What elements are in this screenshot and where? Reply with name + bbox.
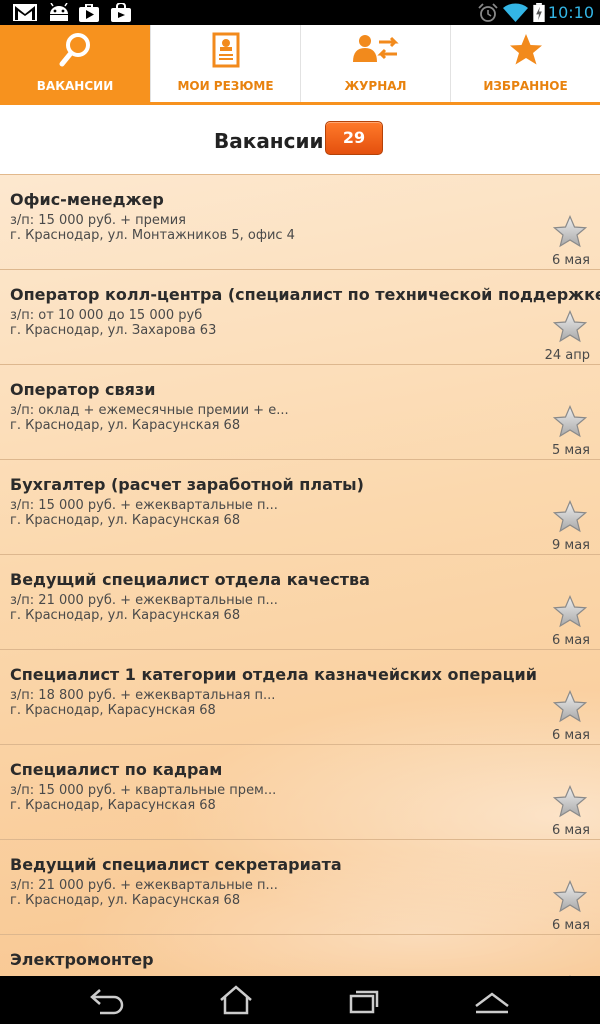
vacancy-date: 5 мая (552, 443, 590, 458)
vacancy-salary: з/п: 21 000 руб. + ежеквартальные п... (10, 878, 278, 893)
star-icon (509, 34, 542, 65)
vacancy-address: г. Краснодар, Карасунская 68 (10, 798, 216, 813)
vacancy-salary: з/п: 21 000 руб. + ежеквартальные п... (10, 593, 278, 608)
vacancy-address: г. Краснодар, ул. Карасунская 68 (10, 513, 241, 528)
vacancy-row[interactable]: Специалист 1 категории отдела казначейск… (0, 650, 600, 745)
vacancy-title: Специалист 1 категории отдела казначейск… (10, 665, 537, 684)
favorite-star-icon[interactable] (552, 499, 588, 534)
page-header: Вакансии 29 (0, 105, 600, 175)
play-store-icon (79, 4, 99, 22)
search-icon (59, 33, 90, 67)
vacancy-list[interactable]: Офис-менеджер з/п: 15 000 руб. + премия г.… (0, 175, 600, 976)
favorite-star-icon[interactable] (552, 309, 588, 344)
vacancy-date: 6 мая (552, 633, 590, 648)
vacancy-date: 6 мая (552, 728, 590, 743)
vacancy-address: г. Краснодар, ул. Карасунская 68 (10, 893, 241, 908)
back-icon[interactable] (88, 984, 128, 1016)
vacancy-address: г. Краснодар, ул. Захарова 63 (10, 323, 217, 338)
tab-label: ИЗБРАННОЕ (483, 79, 568, 93)
vacancy-row[interactable]: Бухгалтер (расчет заработной платы) з/п: … (0, 460, 600, 555)
tab-my-resumes[interactable]: МОИ РЕЗЮМЕ (150, 25, 300, 102)
navigation-bar (0, 976, 600, 1024)
vacancy-salary: з/п: 15 000 руб. + премия (10, 213, 187, 228)
vacancy-address: г. Краснодар, ул. Карасунская 68 (10, 608, 241, 623)
favorite-star-icon[interactable] (552, 784, 588, 819)
vacancy-salary: з/п: от 10 000 до 15 000 руб (10, 308, 203, 323)
vacancy-row[interactable]: Офис-менеджер з/п: 15 000 руб. + премия г.… (0, 175, 600, 270)
vacancy-date: 6 мая (552, 823, 590, 838)
favorite-star-icon[interactable] (552, 404, 588, 439)
vacancy-count-badge: 29 (325, 121, 383, 155)
vacancy-date: 6 мая (552, 918, 590, 933)
tab-journal[interactable]: ЖУРНАЛ (300, 25, 450, 102)
tab-vacancies[interactable]: ВАКАНСИИ (0, 25, 150, 102)
resume-icon (212, 32, 239, 68)
vacancy-row[interactable]: Электромонтер (0, 935, 600, 976)
gmail-icon (13, 4, 37, 21)
alarm-icon (478, 3, 498, 22)
vacancy-salary: з/п: 15 000 руб. + ежеквартальные п... (10, 498, 278, 513)
vacancy-title: Ведущий специалист секретариата (10, 855, 342, 874)
vacancy-title: Ведущий специалист отдела качества (10, 570, 370, 589)
vacancy-salary: з/п: 18 800 руб. + ежеквартальная п... (10, 688, 276, 703)
vacancy-title: Бухгалтер (расчет заработной платы) (10, 475, 364, 494)
vacancy-title: Офис-менеджер (10, 190, 164, 209)
vacancy-salary: з/п: оклад + ежемесячные премии + е... (10, 403, 289, 418)
vacancy-address: г. Краснодар, ул. Монтажников 5, офис 4 (10, 228, 295, 243)
home-icon[interactable] (216, 984, 256, 1016)
android-icon (50, 3, 68, 21)
clock: 10:10 (547, 3, 594, 22)
tab-label: ЖУРНАЛ (344, 79, 407, 93)
vacancy-salary: з/п: 15 000 руб. + квартальные прем... (10, 783, 277, 798)
vacancy-address: г. Краснодар, ул. Карасунская 68 (10, 418, 241, 433)
page-title: Вакансии (214, 129, 324, 153)
vacancy-address: г. Краснодар, Карасунская 68 (10, 703, 216, 718)
battery-charging-icon (533, 3, 545, 22)
vacancy-row[interactable]: Оператор связи з/п: оклад + ежемесячные п… (0, 365, 600, 460)
menu-icon[interactable] (472, 984, 512, 1016)
vacancy-row[interactable]: Оператор колл-центра (специалист по техн… (0, 270, 600, 365)
vacancy-row[interactable]: Ведущий специалист отдела качества з/п: 2… (0, 555, 600, 650)
favorite-star-icon[interactable] (552, 689, 588, 724)
vacancy-date: 9 мая (552, 538, 590, 553)
tab-label: ВАКАНСИИ (36, 79, 114, 93)
vacancy-title: Оператор колл-центра (специалист по техн… (10, 285, 600, 304)
tab-bar: ВАКАНСИИ МОИ РЕЗЮМЕ ЖУРНАЛ ИЗБРАННОЕ (0, 25, 600, 105)
vacancy-row[interactable]: Ведущий специалист секретариата з/п: 21 0… (0, 840, 600, 935)
favorite-star-icon[interactable] (552, 594, 588, 629)
status-bar: 10:10 (0, 0, 600, 25)
vacancy-title: Оператор связи (10, 380, 156, 399)
user-exchange-icon (352, 35, 399, 62)
recent-apps-icon[interactable] (344, 984, 384, 1016)
vacancy-date: 6 мая (552, 253, 590, 268)
vacancy-title: Электромонтер (10, 950, 154, 969)
vacancy-title: Специалист по кадрам (10, 760, 223, 779)
tab-favorites[interactable]: ИЗБРАННОЕ (450, 25, 600, 102)
wifi-icon (503, 3, 528, 22)
favorite-star-icon[interactable] (552, 214, 588, 249)
favorite-star-icon[interactable] (552, 879, 588, 914)
tab-label: МОИ РЕЗЮМЕ (177, 79, 274, 93)
shopping-bag-icon (111, 3, 131, 22)
vacancy-date: 24 апр (544, 348, 590, 363)
vacancy-row[interactable]: Специалист по кадрам з/п: 15 000 руб. + к… (0, 745, 600, 840)
